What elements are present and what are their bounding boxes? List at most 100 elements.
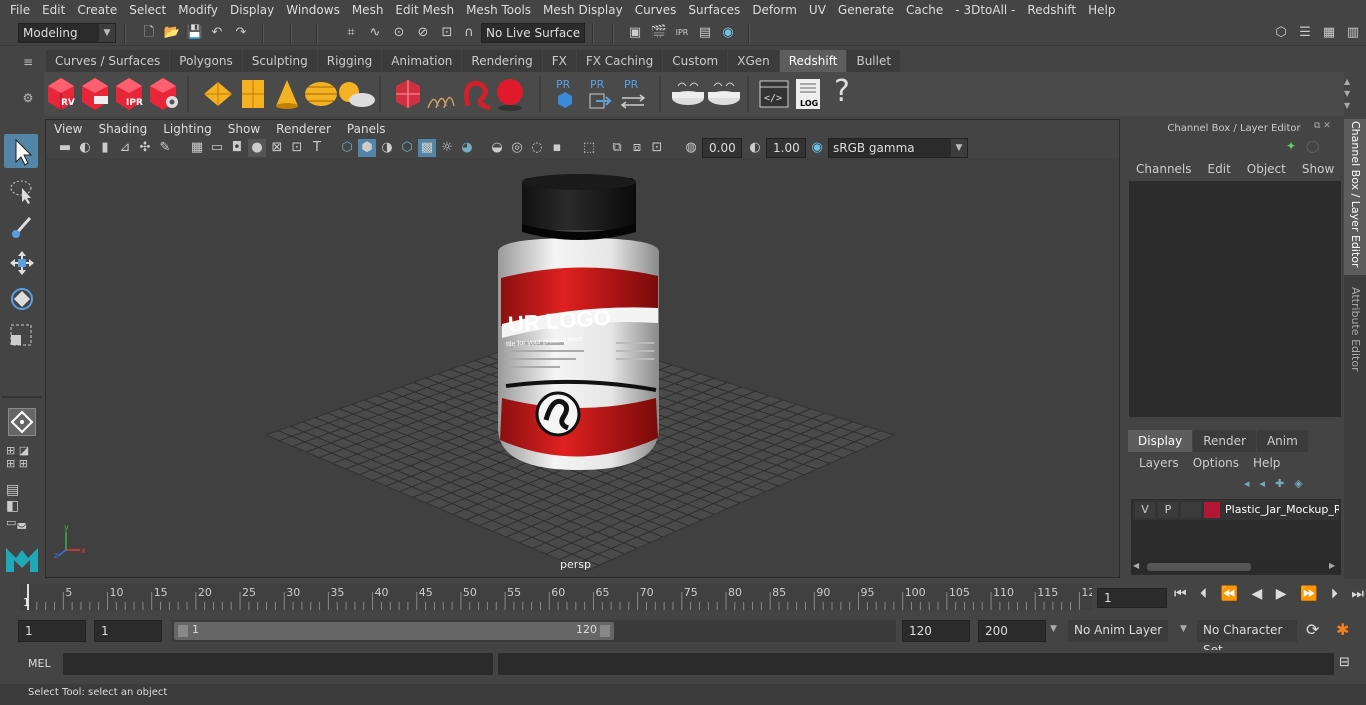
render-frame-icon[interactable]: 🎬	[650, 24, 668, 42]
redshift-spot-light-icon[interactable]	[276, 80, 298, 109]
le-menu-options[interactable]: Options	[1186, 453, 1246, 473]
menu-curves[interactable]: Curves	[629, 0, 683, 20]
resolution-gate-icon[interactable]: ◘	[228, 139, 246, 157]
new-layer-icon[interactable]: ✚	[1275, 477, 1294, 490]
render-view-icon[interactable]: ▣	[626, 24, 644, 42]
live-surface-field[interactable]: No Live Surface	[481, 23, 585, 43]
menu-display[interactable]: Display	[224, 0, 280, 20]
le-menu-layers[interactable]: Layers	[1132, 453, 1186, 473]
xray-joints-icon[interactable]: ⧈	[628, 139, 646, 157]
menu-surfaces[interactable]: Surfaces	[682, 0, 746, 20]
menu-edit[interactable]: Edit	[36, 0, 71, 20]
snap-grid-icon[interactable]: ⌗	[342, 24, 360, 42]
last-tool-icon[interactable]	[8, 408, 36, 436]
scale-tool-icon[interactable]	[8, 322, 36, 351]
step-back-frame-icon[interactable]: ⏴	[1200, 586, 1207, 608]
toggle-tool-settings-icon[interactable]: ▦	[1320, 24, 1338, 42]
undo-icon[interactable]: ↶	[208, 24, 226, 42]
hypershade-icon[interactable]: ◉	[719, 24, 737, 42]
menu-select[interactable]: Select	[123, 0, 172, 20]
layer-color-swatch[interactable]	[1204, 502, 1220, 518]
cb-menu-channels[interactable]: Channels	[1128, 159, 1200, 179]
xray-icon[interactable]: ⧉	[608, 139, 626, 157]
gamma-icon[interactable]: ◐	[746, 139, 764, 157]
snap-curve-icon[interactable]: ∿	[366, 24, 384, 42]
tab-anim[interactable]: Anim	[1256, 430, 1308, 452]
play-forwards-icon[interactable]: ▶	[1276, 586, 1287, 608]
channel-box-option-icon[interactable]: ◯	[1306, 139, 1319, 153]
layout-two-pane-icon[interactable]: ▤ ◧	[6, 482, 36, 514]
image-plane-icon[interactable]: ⊿	[116, 139, 134, 157]
film-gate-icon[interactable]: ▭	[208, 139, 226, 157]
anti-aliasing-icon[interactable]: ◌	[528, 139, 546, 157]
anim-layer-field[interactable]: No Anim Layer	[1068, 620, 1168, 642]
workspace-icon[interactable]: ⬡	[1272, 24, 1290, 42]
menu-generate[interactable]: Generate	[832, 0, 900, 20]
shelf-menu-icon[interactable]: ≡	[18, 52, 38, 72]
step-forward-frame-icon[interactable]: ⏵	[1331, 586, 1338, 608]
redshift-sphere-icon[interactable]	[497, 79, 523, 111]
auto-key-icon[interactable]: ✱	[1336, 620, 1349, 639]
snap-view-icon[interactable]: ⊘	[414, 24, 432, 42]
menu-windows[interactable]: Windows	[280, 0, 346, 20]
viewport-menu-lighting[interactable]: Lighting	[155, 120, 220, 138]
pr-sync-icon[interactable]: PR	[620, 78, 646, 109]
snap-point-icon[interactable]: ⊙	[390, 24, 408, 42]
menu-modify[interactable]: Modify	[172, 0, 224, 20]
mel-input[interactable]	[63, 653, 493, 675]
viewport-menu-shading[interactable]: Shading	[90, 120, 155, 138]
rotate-tool-icon[interactable]	[8, 286, 36, 315]
step-back-key-icon[interactable]: ⏪	[1221, 586, 1238, 608]
mel-label[interactable]: MEL	[28, 657, 51, 670]
script-editor-icon[interactable]: ⊟	[1339, 655, 1350, 670]
mode-selector[interactable]: Modeling ▼	[18, 23, 116, 43]
menu-mesh[interactable]: Mesh	[346, 0, 390, 20]
shelf-settings-icon[interactable]: ⚙	[18, 88, 38, 108]
playback-start-field[interactable]: 1	[94, 620, 162, 642]
default-material-icon[interactable]: ◑	[378, 139, 396, 157]
tab-rigging[interactable]: Rigging	[317, 50, 382, 72]
pr-export-icon[interactable]: PR	[589, 78, 612, 109]
menu-mesh-tools[interactable]: Mesh Tools	[460, 0, 537, 20]
new-scene-icon[interactable]: 🗋	[140, 24, 158, 42]
chevron-down-icon[interactable]: ▼	[1050, 624, 1057, 634]
layer-playback-toggle[interactable]: P	[1158, 502, 1178, 518]
float-panel-icon[interactable]: ⧉ ✕	[1314, 121, 1331, 131]
colorspace-select[interactable]: sRGB gamma ▼	[828, 138, 968, 158]
axis-toggle-icon[interactable]: ✦	[1286, 139, 1296, 153]
range-handle-right-icon[interactable]	[600, 625, 610, 637]
menu-create[interactable]: Create	[71, 0, 123, 20]
wireframe-icon[interactable]: ⬡	[338, 139, 356, 157]
motion-blur-icon[interactable]: ◎	[508, 139, 526, 157]
menu-cache[interactable]: Cache	[900, 0, 949, 20]
snap-magnet-icon[interactable]: ∩	[460, 24, 478, 42]
grease-pencil-icon[interactable]: ✎	[156, 139, 174, 157]
select-tool-button[interactable]	[4, 134, 38, 168]
tab-polygons[interactable]: Polygons	[170, 50, 242, 72]
scrollbar-thumb[interactable]	[1147, 563, 1251, 571]
camera-select-icon[interactable]: ▬	[56, 139, 74, 157]
layout-outliner-icon[interactable]: ▭◛	[6, 516, 36, 532]
new-layer-selected-icon[interactable]: ◈	[1294, 477, 1312, 490]
layer-display-type-toggle[interactable]	[1181, 502, 1201, 518]
field-chart-icon[interactable]: ⊠	[268, 139, 286, 157]
color-management-icon[interactable]: ◉	[808, 139, 826, 157]
move-tool-icon[interactable]	[8, 250, 36, 279]
redshift-material-bowl-icon[interactable]	[708, 82, 740, 105]
ipr-render-icon[interactable]: IPR	[673, 24, 691, 42]
layer-name[interactable]: Plastic_Jar_Mockup_Re	[1225, 502, 1339, 518]
redshift-proxy-icon[interactable]	[204, 82, 232, 106]
layer-row[interactable]: V P Plastic_Jar_Mockup_Re	[1133, 500, 1339, 520]
side-tab-attribute-editor[interactable]: Attribute Editor	[1346, 287, 1364, 397]
menu-edit-mesh[interactable]: Edit Mesh	[389, 0, 460, 20]
character-set-field[interactable]: No Character Set	[1197, 620, 1297, 657]
isolate-select-icon[interactable]: ⬚	[580, 139, 598, 157]
toggle-attribute-editor-icon[interactable]: ☰	[1296, 24, 1314, 42]
key-preferences-icon[interactable]: ⟳	[1306, 620, 1319, 639]
safe-action-icon[interactable]: ⊡	[288, 139, 306, 157]
cb-menu-edit[interactable]: Edit	[1200, 159, 1239, 179]
current-frame-field[interactable]: 1	[1097, 588, 1167, 608]
play-backwards-icon[interactable]: ◀	[1251, 586, 1262, 608]
go-to-end-icon[interactable]: ⏭	[1351, 586, 1364, 608]
redshift-physical-sky-icon[interactable]	[396, 80, 420, 108]
